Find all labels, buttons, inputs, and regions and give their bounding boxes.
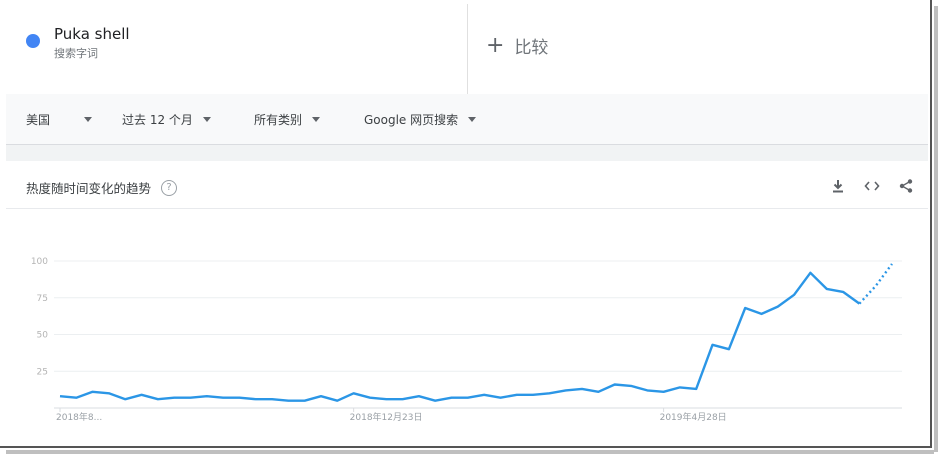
interest-over-time-card: 热度随时间变化的趋势 ? 100 75 50 25 2018年8... 2018年12月2… [6,161,928,445]
y-tick-label-50: 50 [37,331,49,341]
y-tick-label-25: 25 [37,367,48,377]
x-tick-label: 2018年12月23日 [350,411,423,423]
region-filter-dropdown[interactable]: 美国 [26,111,93,128]
y-tick-label-100: 100 [31,257,48,267]
region-filter-label: 美国 [26,113,51,127]
compare-label: 比较 [514,38,549,58]
category-filter-label: 所有类别 [254,113,303,127]
category-filter-dropdown[interactable]: 所有类别 [254,111,321,128]
plus-icon: + [486,32,505,58]
time-filter-label: 过去 12 个月 [122,113,193,127]
window-shadow-right [934,6,938,452]
x-tick-label: 2019年4月28日 [660,411,727,423]
search-term-card[interactable]: Puka shell 搜索字词 [6,4,468,94]
card-title-text: 热度随时间变化的趋势 [26,181,152,196]
search-type-filter-label: Google 网页搜索 [364,113,459,127]
chevron-down-icon [468,117,477,122]
search-term-subtitle: 搜索字词 [54,47,98,60]
help-icon[interactable]: ? [161,179,178,196]
card-title: 热度随时间变化的趋势 ? [26,178,178,197]
embed-icon[interactable] [864,178,880,194]
x-tick-label: 2018年8... [56,411,102,423]
search-terms-bar: Puka shell 搜索字词 + 比较 [6,4,928,95]
compare-button[interactable]: + 比较 [486,33,548,58]
window-shadow-bottom [6,450,934,454]
filters-bar: 美国 过去 12 个月 所有类别 Google 网页搜索 [6,94,928,145]
term-color-dot [26,34,40,48]
share-icon[interactable] [898,178,914,194]
card-toolbar [830,178,914,194]
series-line-puka-shell [59,271,861,402]
card-divider [6,208,928,209]
trend-line-chart: 100 75 50 25 2018年8... 2018年12月23日 2019年4月28日 [31,257,902,423]
time-filter-dropdown[interactable]: 过去 12 个月 [122,111,211,128]
download-icon[interactable] [830,178,846,194]
section-gap [6,145,928,161]
chevron-down-icon [312,117,321,122]
y-tick-label-75: 75 [37,294,48,304]
chevron-down-icon [202,117,211,122]
chevron-down-icon [84,117,93,122]
search-type-filter-dropdown[interactable]: Google 网页搜索 [364,111,477,128]
search-term-name: Puka shell [54,25,130,43]
